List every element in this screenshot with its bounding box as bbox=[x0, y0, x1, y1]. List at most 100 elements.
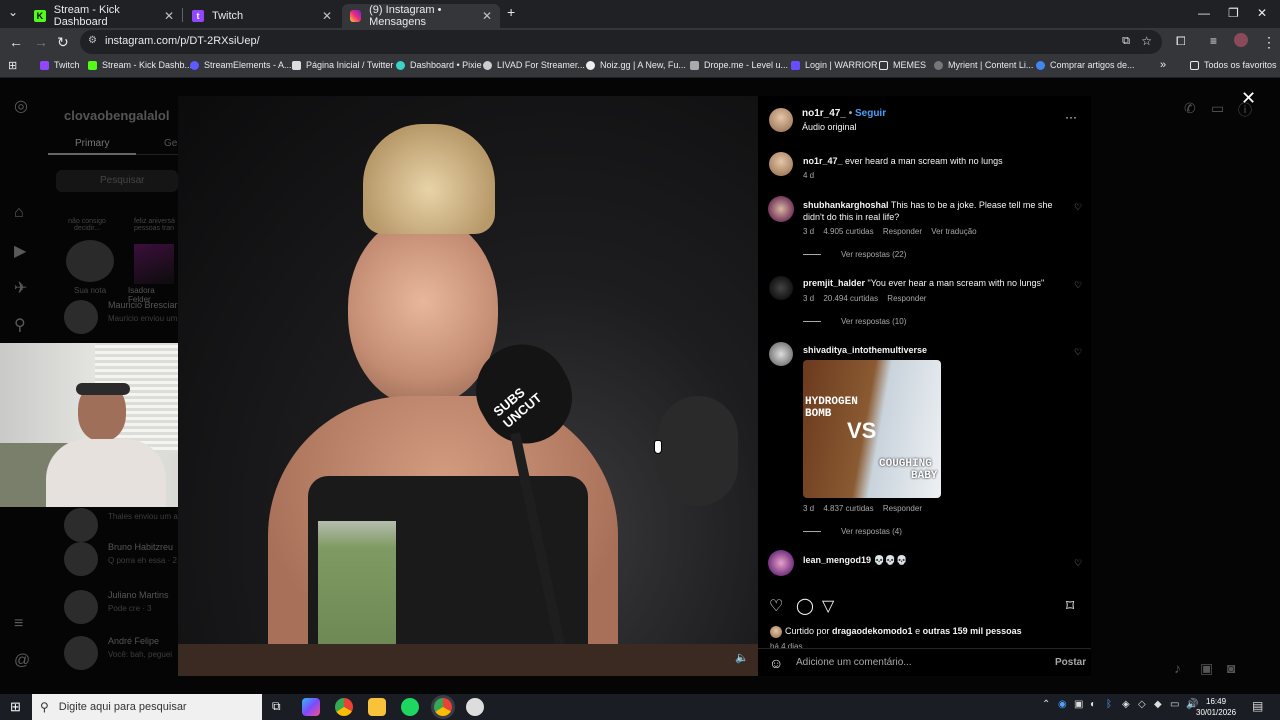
chrome-active-icon[interactable] bbox=[434, 698, 452, 716]
new-tab-button[interactable]: + bbox=[507, 4, 515, 20]
more-options-icon[interactable]: ··· bbox=[1065, 110, 1077, 124]
translate-button[interactable]: Ver tradução bbox=[931, 227, 976, 236]
back-icon[interactable]: ← bbox=[9, 34, 23, 50]
mute-toggle-icon[interactable]: 🔈 bbox=[735, 651, 749, 664]
close-tab-icon[interactable]: ✕ bbox=[164, 9, 174, 23]
post-media[interactable]: SUBS UNCUT 🔈 bbox=[178, 96, 758, 676]
tab-kick-dashboard[interactable]: K Stream - Kick Dashboard ✕ bbox=[26, 4, 182, 28]
commenter-avatar[interactable] bbox=[769, 342, 793, 366]
view-replies-button[interactable]: Ver respostas (22) bbox=[803, 250, 906, 259]
steam-tray-icon[interactable]: ◉ bbox=[1058, 699, 1067, 710]
gallery-icon[interactable]: ▣ bbox=[1200, 660, 1213, 677]
comment-likes[interactable]: 20.494 curtidas bbox=[823, 294, 878, 303]
follow-button[interactable]: Seguir bbox=[855, 108, 886, 119]
bookmark-item[interactable]: Noiz.gg | A New, Fu... bbox=[586, 60, 686, 70]
phone-icon[interactable]: ✆ bbox=[1184, 100, 1196, 117]
bookmark-item[interactable]: Página Inicial / Twitter bbox=[292, 60, 393, 70]
bookmark-item[interactable]: Drope.me - Level u... bbox=[690, 60, 788, 70]
profile-avatar[interactable] bbox=[1234, 33, 1248, 47]
chrome-icon[interactable] bbox=[335, 698, 353, 716]
tab-instagram[interactable]: (9) Instagram • Mensagens ✕ bbox=[342, 4, 500, 28]
reply-button[interactable]: Responder bbox=[883, 227, 922, 236]
video-call-icon[interactable]: ▭ bbox=[1211, 100, 1224, 117]
bookmark-folder[interactable]: MEMES bbox=[879, 60, 926, 70]
bookmark-item[interactable]: Twitch bbox=[40, 60, 80, 70]
notifications-icon[interactable]: ▤ bbox=[1252, 699, 1263, 713]
copilot-icon[interactable] bbox=[302, 698, 320, 716]
author-avatar[interactable] bbox=[769, 108, 793, 132]
comment-username[interactable]: shubhankarghoshal bbox=[803, 200, 889, 210]
windows-start-icon[interactable]: ⊞ bbox=[10, 699, 21, 715]
liked-by-others[interactable]: outras 159 mil pessoas bbox=[923, 626, 1022, 636]
comment-username[interactable]: shivaditya_intothemultiverse bbox=[803, 345, 927, 355]
tab-primary[interactable]: Primary bbox=[75, 138, 109, 149]
spotify-icon[interactable] bbox=[401, 698, 419, 716]
bookmark-item[interactable]: Comprar artigos de... bbox=[1036, 60, 1135, 70]
dm-row[interactable]: Bruno Habitzreu Q porra eh essa · 2 bbox=[64, 542, 177, 576]
tab-search-icon[interactable]: ⌄ bbox=[8, 5, 18, 19]
save-post-icon[interactable]: ⌑ bbox=[1066, 596, 1074, 616]
taskbar-clock[interactable]: 16:49 30/01/2026 bbox=[1196, 696, 1236, 718]
like-post-icon[interactable]: ♡ bbox=[769, 596, 783, 616]
my-note-avatar[interactable] bbox=[66, 240, 114, 282]
bluetooth-icon[interactable]: ᛒ bbox=[1106, 699, 1112, 710]
instagram-logo-icon[interactable]: ◎ bbox=[14, 96, 28, 116]
menu-kebab-icon[interactable]: ⋮ bbox=[1262, 34, 1276, 51]
threads-icon[interactable]: @ bbox=[14, 652, 30, 670]
caption-username[interactable]: no1r_47_ bbox=[803, 156, 843, 166]
install-app-icon[interactable]: ⧉ bbox=[1122, 35, 1130, 48]
bookmark-item[interactable]: Dashboard • Pixie bbox=[396, 60, 482, 70]
dm-row[interactable]: Juliano Martins Pode cre · 3 bbox=[64, 590, 169, 624]
comment-input[interactable]: Adicione um comentário... bbox=[796, 657, 912, 668]
tray-app-icon[interactable]: ◐ bbox=[1090, 699, 1096, 710]
home-icon[interactable]: ⌂ bbox=[14, 204, 24, 222]
bookmark-item[interactable]: Login | WARRIOR bbox=[791, 60, 878, 70]
like-comment-icon[interactable]: ♡ bbox=[1074, 347, 1082, 358]
site-info-icon[interactable]: ⚙ bbox=[88, 35, 97, 46]
messages-icon[interactable]: ✈ bbox=[14, 278, 27, 298]
reload-icon[interactable]: ↻ bbox=[57, 34, 69, 51]
bookmark-item[interactable]: Stream - Kick Dashb... bbox=[88, 60, 192, 70]
reels-icon[interactable]: ▶ bbox=[14, 241, 26, 261]
comment-username[interactable]: premjit_halder bbox=[803, 278, 865, 288]
apps-grid-icon[interactable]: ⊞ bbox=[8, 59, 17, 72]
liked-by-user[interactable]: dragaodekomodo1 bbox=[832, 626, 913, 636]
dm-row[interactable]: Mauricio Bresciar Mauricio enviou um bbox=[64, 300, 178, 334]
liker-avatar[interactable] bbox=[770, 626, 782, 638]
url-text[interactable]: instagram.com/p/DT-2RXsiUep/ bbox=[105, 35, 260, 47]
close-tab-icon[interactable]: ✕ bbox=[322, 9, 332, 23]
tab-twitch[interactable]: t Twitch ✕ bbox=[184, 4, 340, 28]
more-menu-icon[interactable]: ≡ bbox=[14, 615, 23, 633]
comment-likes[interactable]: 4.837 curtidas bbox=[823, 504, 873, 513]
view-replies-button[interactable]: Ver respostas (10) bbox=[803, 317, 906, 326]
share-icon[interactable]: ▽ bbox=[822, 596, 834, 616]
bookmark-item[interactable]: LIVAD For Streamer... bbox=[483, 60, 585, 70]
dm-row[interactable]: André Felipe Você: bah, peguei bbox=[64, 636, 172, 670]
tray-overflow-icon[interactable]: ⌃ bbox=[1042, 699, 1050, 710]
commenter-avatar[interactable] bbox=[768, 550, 794, 576]
close-tab-icon[interactable]: ✕ bbox=[482, 9, 492, 23]
search-icon[interactable]: ⚲ bbox=[14, 315, 26, 335]
author-username[interactable]: no1r_47_ bbox=[802, 108, 846, 119]
omnibox[interactable]: ⚙ instagram.com/p/DT-2RXsiUep/ ⧉ ☆ bbox=[80, 30, 1162, 54]
dm-search-input[interactable]: Pesquisar bbox=[56, 170, 178, 192]
dm-row[interactable]: Thales enviou um a bbox=[64, 508, 178, 542]
bookmark-item[interactable]: StreamElements - A... bbox=[190, 60, 292, 70]
taskbar-search-input[interactable]: ⚲ Digite aqui para pesquisar bbox=[32, 694, 262, 720]
close-window-button[interactable]: ✕ bbox=[1257, 6, 1267, 20]
view-replies-button[interactable]: Ver respostas (4) bbox=[803, 527, 902, 536]
commenter-avatar[interactable] bbox=[768, 196, 794, 222]
liked-by-text[interactable]: Curtido por dragaodekomodo1 e outras 159… bbox=[785, 626, 1022, 636]
bookmark-star-icon[interactable]: ☆ bbox=[1141, 34, 1152, 48]
microphone-icon[interactable]: ♪ bbox=[1174, 660, 1181, 676]
note-avatar[interactable] bbox=[134, 244, 174, 284]
like-comment-icon[interactable]: ♡ bbox=[1074, 558, 1082, 569]
audio-label[interactable]: Áudio original bbox=[802, 122, 857, 132]
task-view-icon[interactable]: ⧉ bbox=[272, 699, 281, 714]
more-bookmarks-icon[interactable]: » bbox=[1160, 59, 1166, 71]
minimize-button[interactable]: — bbox=[1198, 6, 1210, 20]
like-comment-icon[interactable]: ♡ bbox=[1074, 202, 1082, 213]
close-post-icon[interactable]: ✕ bbox=[1241, 88, 1256, 109]
tray-app-icon[interactable]: ▣ bbox=[1074, 699, 1083, 710]
sticker-icon[interactable]: ◙ bbox=[1227, 660, 1235, 676]
